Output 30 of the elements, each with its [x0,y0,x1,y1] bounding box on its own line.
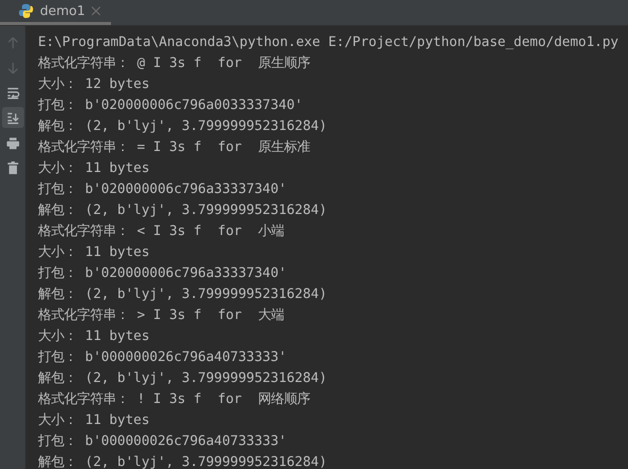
console-line: 大小： 11 bytes [38,244,151,262]
console-line: 打包： b'000000026c796a40733333' [38,349,288,367]
console-line: 打包： b'020000006c796a33337340' [38,265,288,283]
trash-icon [6,160,20,174]
console-line: 格式化字符串： ! I 3s f for 网络顺序 [38,390,311,409]
toolbar-button[interactable] [2,107,24,128]
console-line: 格式化字符串： = I 3s f for 原生标准 [38,138,311,157]
console-line: E:\ProgramData\Anaconda3\python.exe E:/Project/python/base_demo/demo1.py [38,34,618,52]
console-line: 格式化字符串： @ I 3s f for 原生顺序 [38,54,311,73]
python-logo-icon [18,3,34,19]
scroll-to-end-icon [6,110,20,124]
printer-icon [6,136,20,150]
console-line: 格式化字符串： > I 3s f for 大端 [38,306,285,325]
down-arrow-icon [6,60,20,74]
console-line: 打包： b'000000026c796a40733333' [38,433,288,451]
console-line: 解包： (2, b'lyj', 3.799999952316284) [38,454,328,469]
console-line: 打包： b'020000006c796a33337340' [38,181,288,199]
console-line: 格式化字符串： < I 3s f for 小端 [38,222,285,241]
console-line: 解包： (2, b'lyj', 3.799999952316284) [38,118,328,136]
console-line: 大小： 11 bytes [38,412,151,430]
wrap-icon [6,86,20,100]
console-line: 大小： 11 bytes [38,160,151,178]
console-line: 大小： 12 bytes [38,76,151,94]
console-line: 解包： (2, b'lyj', 3.799999952316284) [38,202,328,220]
console-line: 打包： b'020000006c796a0033337340' [38,97,304,115]
console-line: 解包： (2, b'lyj', 3.799999952316284) [38,286,328,304]
console-line: 解包： (2, b'lyj', 3.799999952316284) [38,370,328,388]
up-arrow-icon [6,36,20,50]
file-tab[interactable]: demo1 [0,0,112,25]
console-line: 大小： 11 bytes [38,328,151,346]
